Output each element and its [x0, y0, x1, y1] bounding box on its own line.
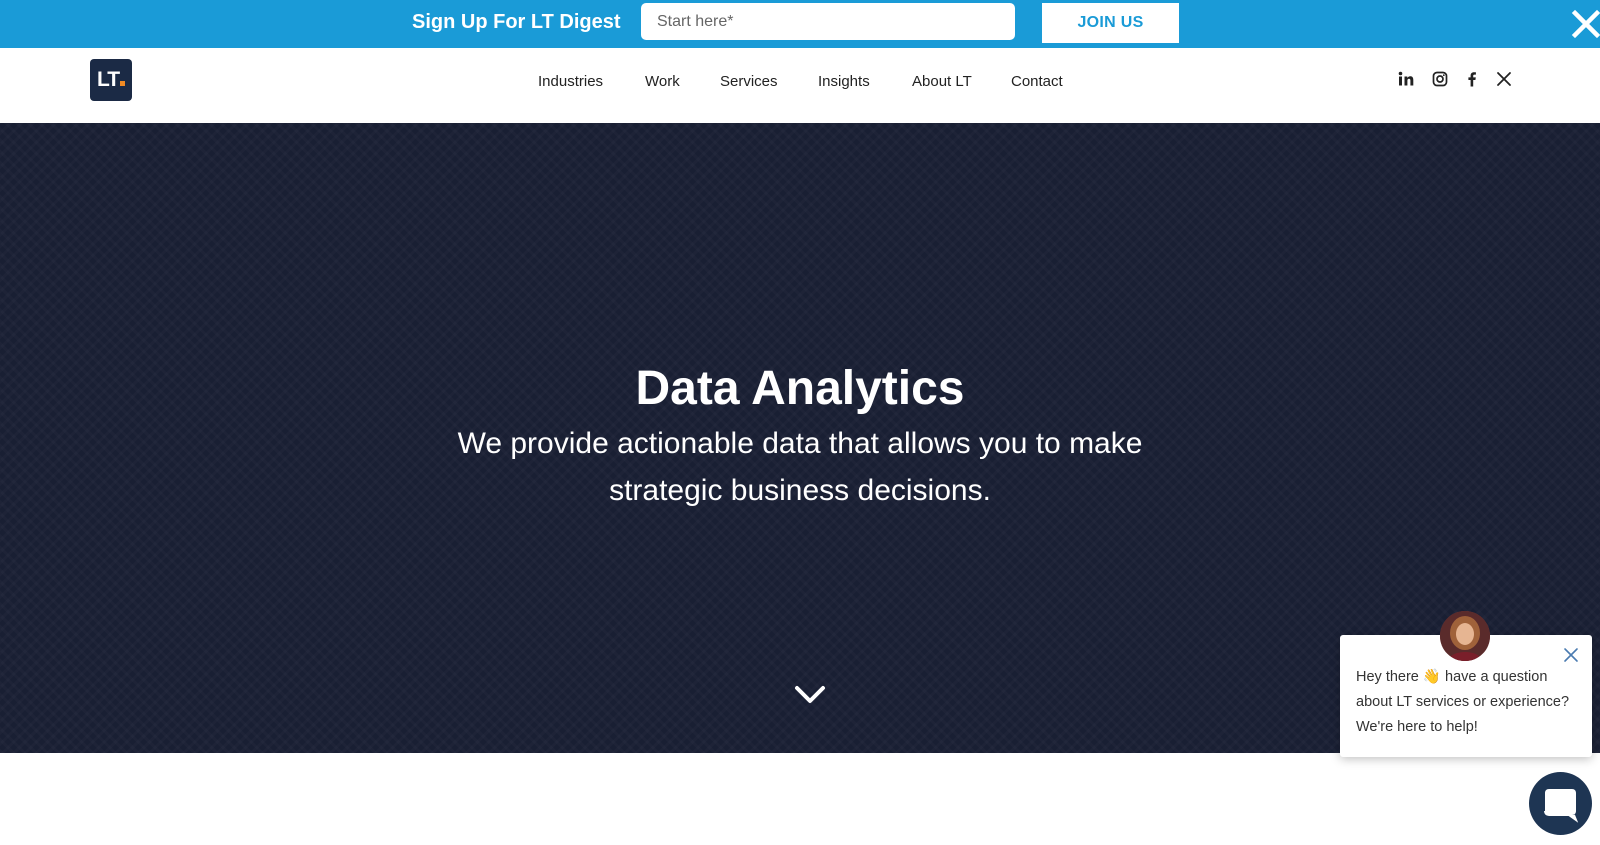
nav-services[interactable]: Services: [720, 72, 778, 92]
facebook-icon[interactable]: [1463, 70, 1481, 88]
chat-message-greeting: Hey there: [1356, 669, 1419, 685]
chat-bubble-icon: [1544, 789, 1579, 823]
wave-emoji-icon: 👋: [1422, 669, 1441, 685]
nav-insights[interactable]: Insights: [818, 72, 870, 92]
promo-title: Sign Up For LT Digest: [412, 11, 621, 33]
hero-title: Data Analytics: [635, 362, 965, 415]
chat-close-icon[interactable]: [1562, 646, 1580, 664]
join-us-button[interactable]: JOIN US: [1042, 3, 1179, 43]
logo-dot: [120, 81, 126, 86]
close-icon[interactable]: [1571, 8, 1600, 40]
email-signup-input[interactable]: [641, 3, 1015, 40]
linkedin-icon[interactable]: [1397, 70, 1415, 88]
chat-message: Hey there 👋 have a question about LT ser…: [1356, 665, 1586, 740]
nav-work[interactable]: Work: [645, 72, 680, 92]
nav-about-lt[interactable]: About LT: [912, 72, 972, 92]
site-logo[interactable]: LT: [90, 59, 132, 101]
agent-avatar: [1440, 611, 1490, 661]
chevron-down-icon[interactable]: [793, 683, 827, 707]
hero-subtitle: We provide actionable data that allows y…: [457, 427, 1143, 507]
x-icon[interactable]: [1495, 70, 1513, 88]
site-header: LT Industries Work Services Insights Abo…: [0, 48, 1600, 123]
nav-industries[interactable]: Industries: [538, 72, 603, 92]
nav-contact[interactable]: Contact: [1011, 72, 1063, 92]
logo-text: LT: [96, 68, 120, 91]
chat-launcher-button[interactable]: [1529, 772, 1592, 835]
instagram-icon[interactable]: [1431, 70, 1449, 88]
promo-bar: Sign Up For LT Digest JOIN US: [0, 0, 1600, 48]
